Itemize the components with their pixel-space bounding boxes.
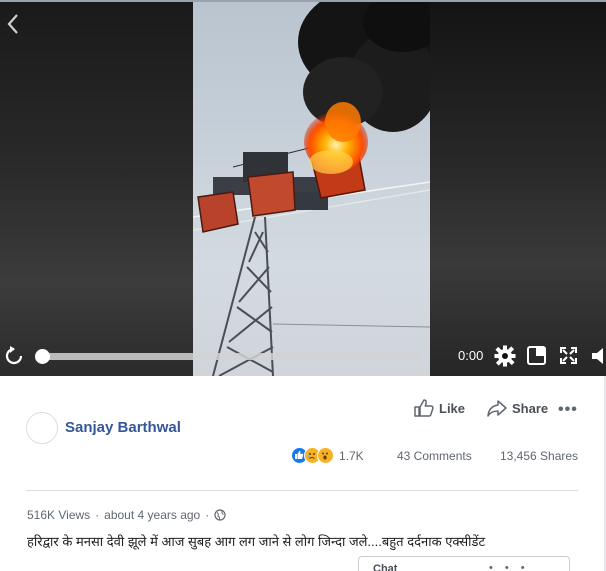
- video-player[interactable]: 0:00: [0, 2, 606, 376]
- post-caption: हरिद्वार के मनसा देवी झूले में आज सुबह आ…: [27, 534, 486, 549]
- time-display: 0:00: [458, 348, 484, 363]
- fullscreen-button[interactable]: [560, 347, 577, 364]
- picture-in-picture-button[interactable]: [527, 346, 546, 365]
- author-name[interactable]: Sanjay Barthwal: [65, 419, 181, 436]
- more-options-button[interactable]: •••: [558, 401, 578, 419]
- globe-icon: [214, 509, 226, 521]
- meta-separator: ·: [95, 508, 100, 522]
- avatar[interactable]: [26, 412, 58, 444]
- back-button[interactable]: [4, 12, 24, 36]
- post-meta: 516K Views · about 4 years ago ·: [27, 508, 226, 522]
- seek-handle[interactable]: [35, 349, 50, 364]
- reaction-count: 1.7K: [339, 448, 364, 463]
- gear-icon: [494, 345, 516, 367]
- divider: [26, 490, 578, 491]
- fullscreen-icon: [560, 347, 577, 364]
- cable-car-fire-scene: [193, 2, 430, 376]
- like-label: Like: [439, 400, 466, 416]
- volume-button[interactable]: [592, 346, 606, 366]
- timestamp[interactable]: about 4 years ago: [104, 508, 200, 522]
- wow-reaction-icon: [317, 447, 334, 464]
- video-blur-right: [430, 2, 606, 376]
- chat-bar[interactable]: Chat •••: [358, 556, 570, 571]
- picture-in-picture-icon: [527, 346, 546, 365]
- share-arrow-icon: [487, 400, 507, 417]
- chat-label: Chat: [373, 563, 398, 571]
- share-button[interactable]: Share: [487, 399, 548, 417]
- replay-button[interactable]: [4, 346, 24, 366]
- replay-icon: [5, 346, 23, 365]
- video-controls: 0:00: [0, 340, 606, 376]
- thumbs-up-icon: [414, 399, 434, 417]
- like-button[interactable]: Like: [414, 399, 465, 417]
- reactions-summary[interactable]: 1.7K: [291, 447, 364, 464]
- views-count: 516K Views: [27, 508, 91, 522]
- share-label: Share: [512, 400, 549, 416]
- shares-count[interactable]: 13,456 Shares: [500, 449, 578, 463]
- seek-bar[interactable]: [42, 353, 422, 360]
- settings-button[interactable]: [494, 345, 516, 367]
- comments-count[interactable]: 43 Comments: [397, 449, 472, 463]
- video-frame: [193, 2, 430, 376]
- meta-separator: ·: [205, 508, 210, 522]
- video-blur-left: [0, 2, 193, 376]
- chat-icons[interactable]: •••: [489, 562, 537, 571]
- volume-icon: [592, 348, 603, 364]
- chevron-left-icon: [7, 14, 18, 34]
